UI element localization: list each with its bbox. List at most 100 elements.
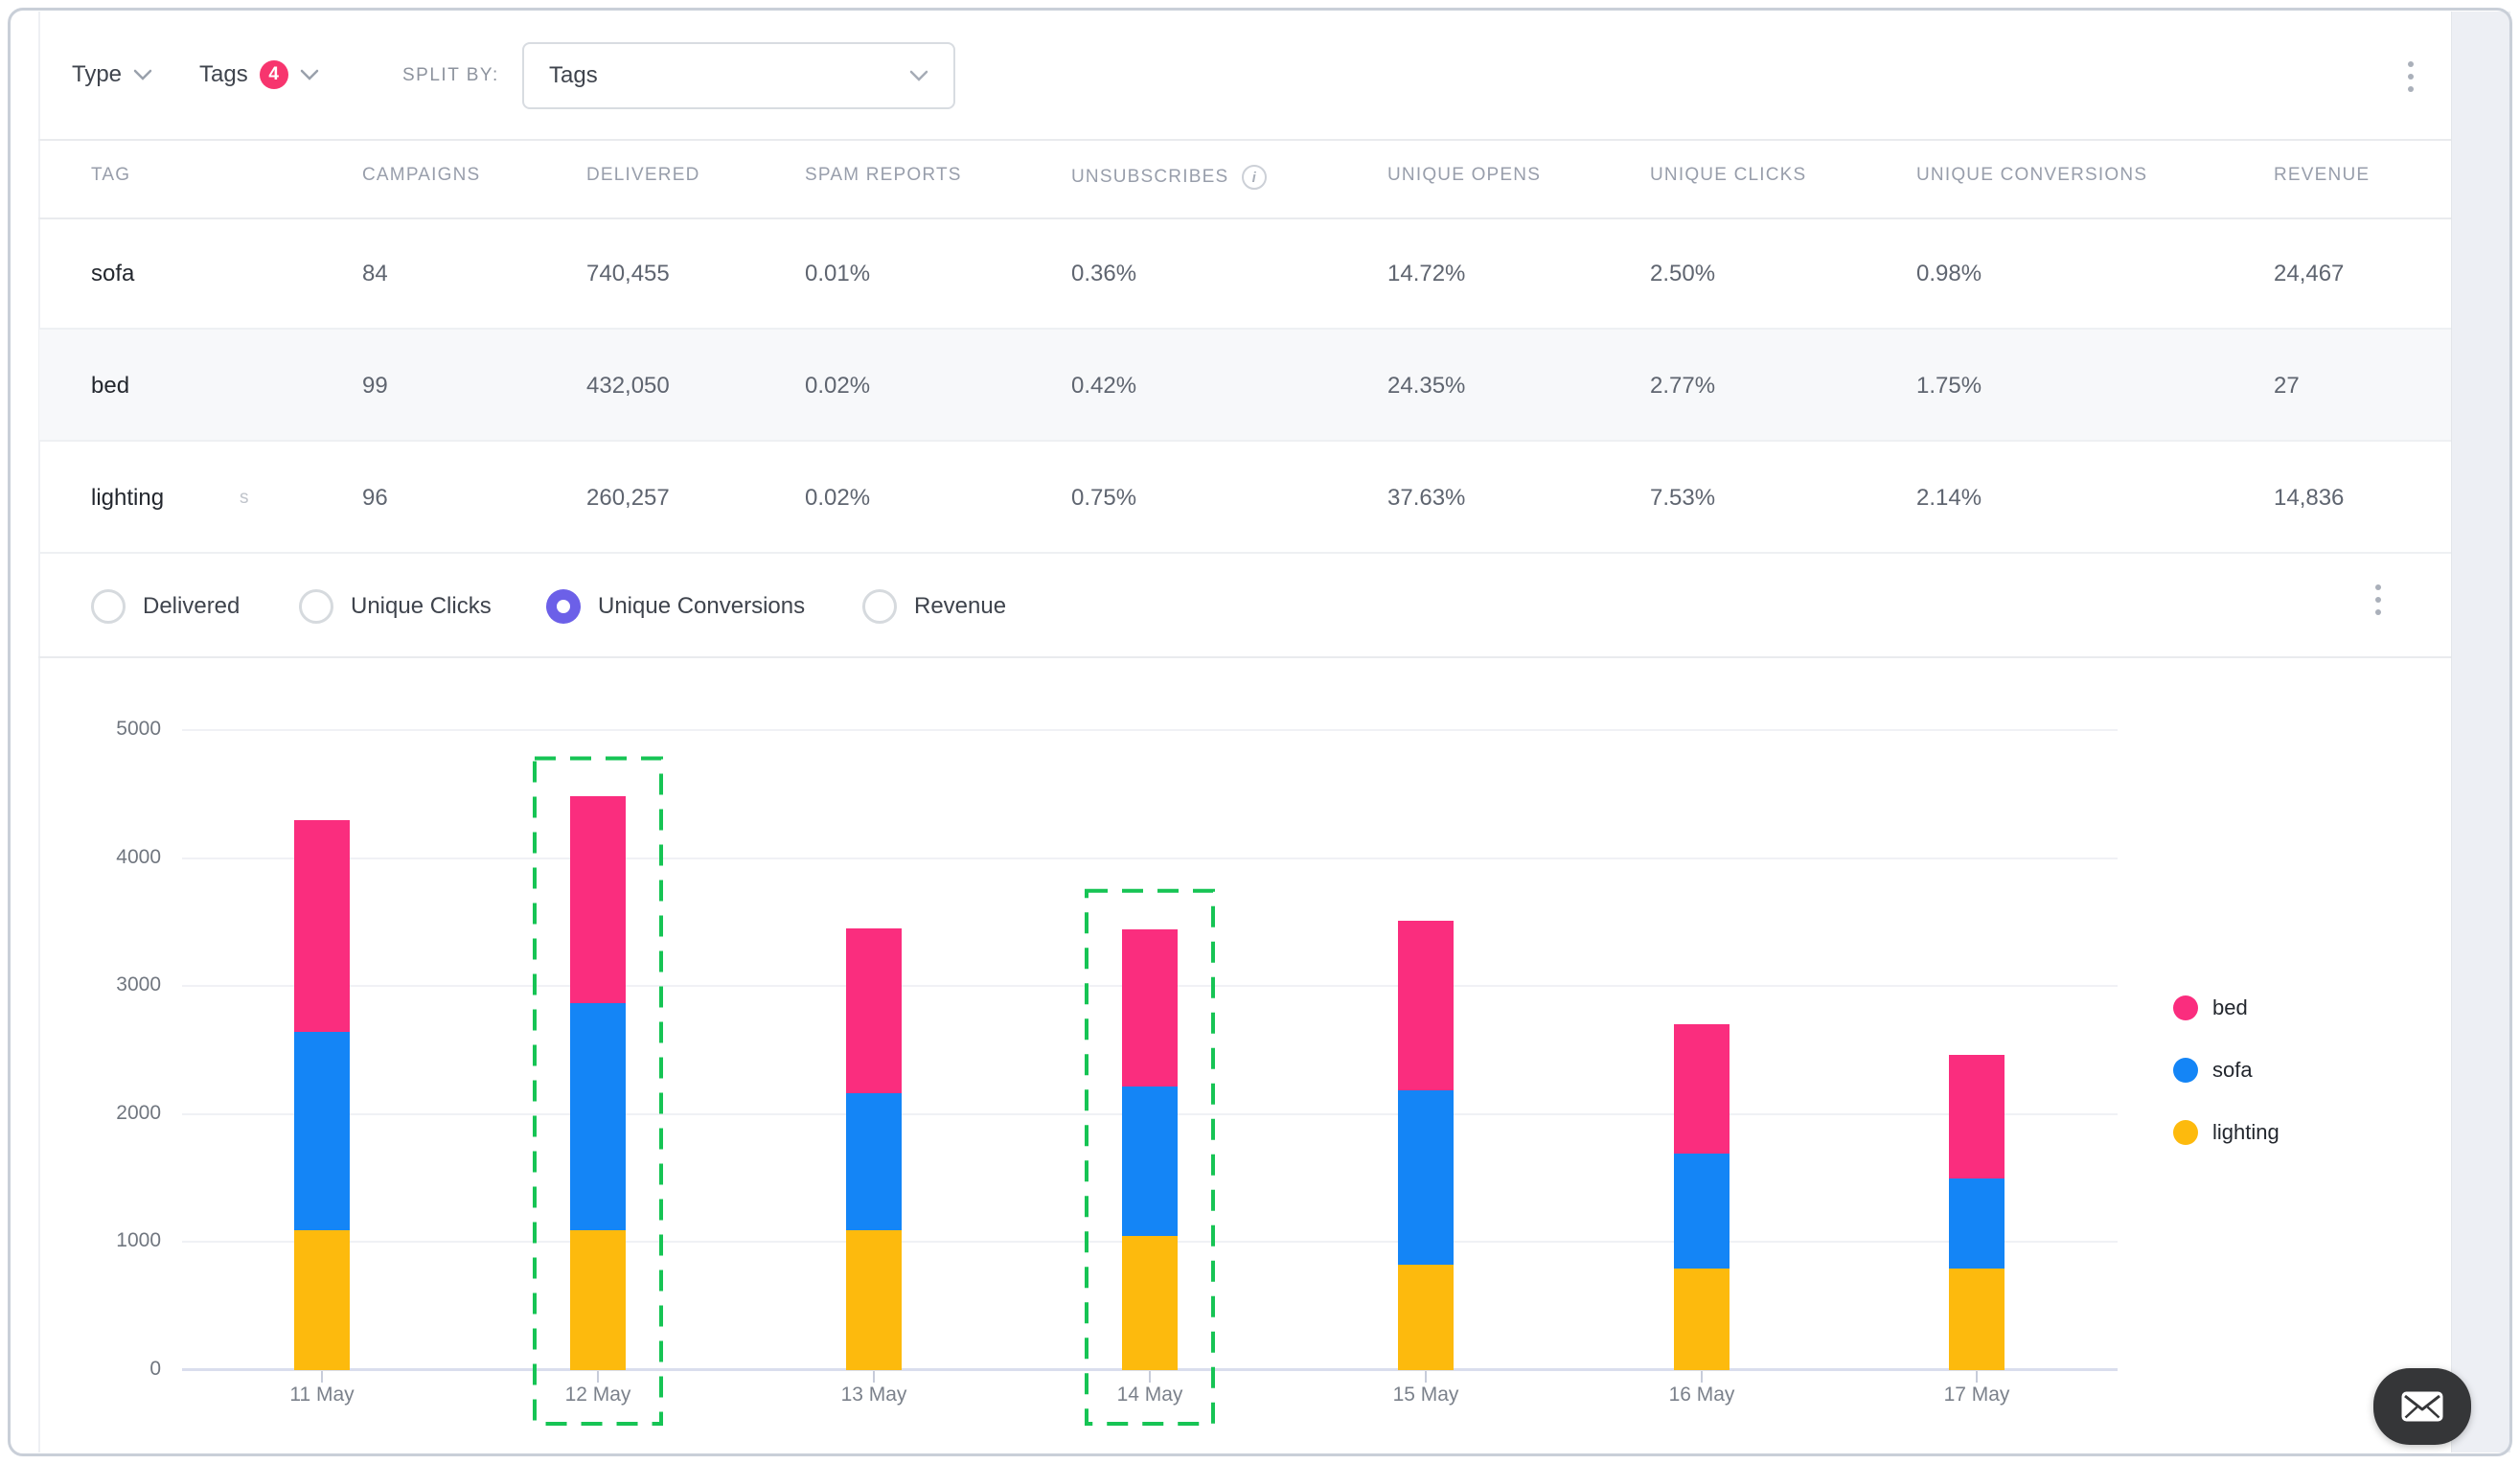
column-header-label: SPAM REPORTS [805,165,962,186]
metric-option-unique-clicks[interactable]: Unique Clicks [299,554,492,658]
metric-option-label: Unique Clicks [351,593,492,620]
metric-option-label: Unique Conversions [598,593,805,620]
column-header-spam-reports: SPAM REPORTS [805,165,962,186]
metric-option-unique-conversions[interactable]: Unique Conversions [546,554,805,658]
column-header-campaigns: CAMPAIGNS [362,165,480,186]
tags-filter-label: Tags [199,61,248,88]
info-icon[interactable]: i [1242,165,1267,190]
column-header-label: REVENUE [2274,165,2370,186]
bar-segment-bed-17-may[interactable] [1949,1055,2005,1178]
cell-spam_reports: 0.01% [805,217,870,330]
legend-item-sofa[interactable]: sofa [2173,1056,2253,1085]
tags-count-badge: 4 [260,60,288,89]
radio-unselected[interactable] [91,589,126,624]
bar-segment-sofa-15-may[interactable] [1398,1090,1454,1265]
bar-segment-lighting-11-may[interactable] [294,1230,350,1370]
bar-segment-sofa-16-may[interactable] [1674,1154,1730,1269]
radio-unselected[interactable] [299,589,333,624]
column-header-unique-clicks: UNIQUE CLICKS [1650,165,1806,186]
gridline-5000 [182,729,2118,731]
bar-segment-lighting-15-may[interactable] [1398,1265,1454,1370]
bar-segment-bed-12-may[interactable] [570,796,626,1002]
column-header-delivered: DELIVERED [586,165,700,186]
bar-segment-sofa-12-may[interactable] [570,1003,626,1231]
envelope-icon [2400,1390,2444,1423]
bar-segment-bed-15-may[interactable] [1398,921,1454,1090]
chevron-down-icon [909,70,928,81]
x-axis-label-13-may: 13 May [797,1384,951,1407]
x-axis-label-15-may: 15 May [1349,1384,1502,1407]
chat-launcher-button[interactable] [2373,1368,2471,1445]
column-header-tag: TAG [91,165,130,186]
bar-segment-bed-16-may[interactable] [1674,1024,1730,1154]
column-header-unsubscribes: UNSUBSCRIBESi [1071,165,1267,190]
bar-segment-lighting-12-may[interactable] [570,1230,626,1370]
cell-campaigns: 99 [362,330,388,442]
bar-segment-sofa-17-may[interactable] [1949,1178,2005,1270]
filterbar-divider [38,139,2451,141]
cell-campaigns: 84 [362,217,388,330]
cell-unsubscribes: 0.75% [1071,442,1136,554]
column-header-label: UNIQUE CLICKS [1650,165,1806,186]
cell-unique_clicks: 2.50% [1650,217,1715,330]
cell-unique_conversions: 0.98% [1916,217,1982,330]
radio-selected[interactable] [546,589,581,624]
truncated-text-artifact: s [240,442,249,554]
x-axis-tick [1701,1371,1703,1383]
campaign-analytics-page: { "filter_bar": { "type_label": "Type", … [0,0,2520,1464]
radio-unselected[interactable] [862,589,897,624]
column-header-unique-conversions: UNIQUE CONVERSIONS [1916,165,2147,186]
metric-option-label: Delivered [143,593,240,620]
column-header-label: CAMPAIGNS [362,165,480,186]
metric-option-delivered[interactable]: Delivered [91,554,240,658]
legend-item-lighting[interactable]: lighting [2173,1118,2279,1147]
x-axis-tick [597,1371,599,1383]
column-header-label: TAG [91,165,130,186]
bar-segment-lighting-14-may[interactable] [1122,1236,1178,1370]
legend-label: sofa [2212,1058,2253,1083]
split-by-label: SPLIT BY: [402,65,499,86]
cell-spam_reports: 0.02% [805,442,870,554]
bar-segment-sofa-14-may[interactable] [1122,1087,1178,1236]
cell-unsubscribes: 0.36% [1071,217,1136,330]
right-gutter [2451,11,2510,1453]
x-axis-tick [321,1371,323,1383]
bar-segment-bed-14-may[interactable] [1122,929,1178,1087]
x-axis-tick [1976,1371,1978,1383]
bar-segment-lighting-16-may[interactable] [1674,1269,1730,1370]
metric-option-revenue[interactable]: Revenue [862,554,1006,658]
bar-segment-sofa-11-may[interactable] [294,1032,350,1230]
legend-label: lighting [2212,1120,2279,1145]
bar-segment-lighting-17-may[interactable] [1949,1269,2005,1370]
legend-dot-lighting [2173,1120,2198,1145]
bar-segment-sofa-13-may[interactable] [846,1093,902,1231]
cell-unique_opens: 14.72% [1387,217,1465,330]
split-by-selected-value: Tags [549,62,909,89]
legend-label: bed [2212,995,2248,1020]
split-by-select[interactable]: Tags [522,42,955,109]
type-filter-dropdown[interactable]: Type [72,56,152,94]
bar-segment-bed-11-may[interactable] [294,820,350,1033]
x-axis-label-12-may: 12 May [521,1384,675,1407]
bar-segment-lighting-13-may[interactable] [846,1230,902,1370]
x-axis-label-16-may: 16 May [1625,1384,1778,1407]
chart-options-kebab-button[interactable] [2359,573,2397,627]
cell-campaigns: 96 [362,442,388,554]
x-axis-label-14-may: 14 May [1073,1384,1226,1407]
column-header-unique-opens: UNIQUE OPENS [1387,165,1541,186]
column-header-label: DELIVERED [586,165,700,186]
tags-filter-dropdown[interactable]: Tags 4 [199,56,319,94]
legend-item-bed[interactable]: bed [2173,994,2248,1022]
cell-delivered: 260,257 [586,442,670,554]
y-axis-tick-label: 4000 [57,846,161,869]
cell-unique_conversions: 1.75% [1916,330,1982,442]
chevron-down-icon [133,69,152,80]
table-row-lighting: lighting96260,2570.02%0.75%37.63%7.53%2.… [39,442,2451,554]
y-axis-tick-label: 1000 [57,1229,161,1252]
cell-revenue: 24,467 [2274,217,2344,330]
metric-option-label: Revenue [914,593,1006,620]
bar-segment-bed-13-may[interactable] [846,928,902,1093]
table-options-kebab-button[interactable] [2392,50,2430,103]
cell-delivered: 432,050 [586,330,670,442]
column-header-label: UNIQUE CONVERSIONS [1916,165,2147,186]
